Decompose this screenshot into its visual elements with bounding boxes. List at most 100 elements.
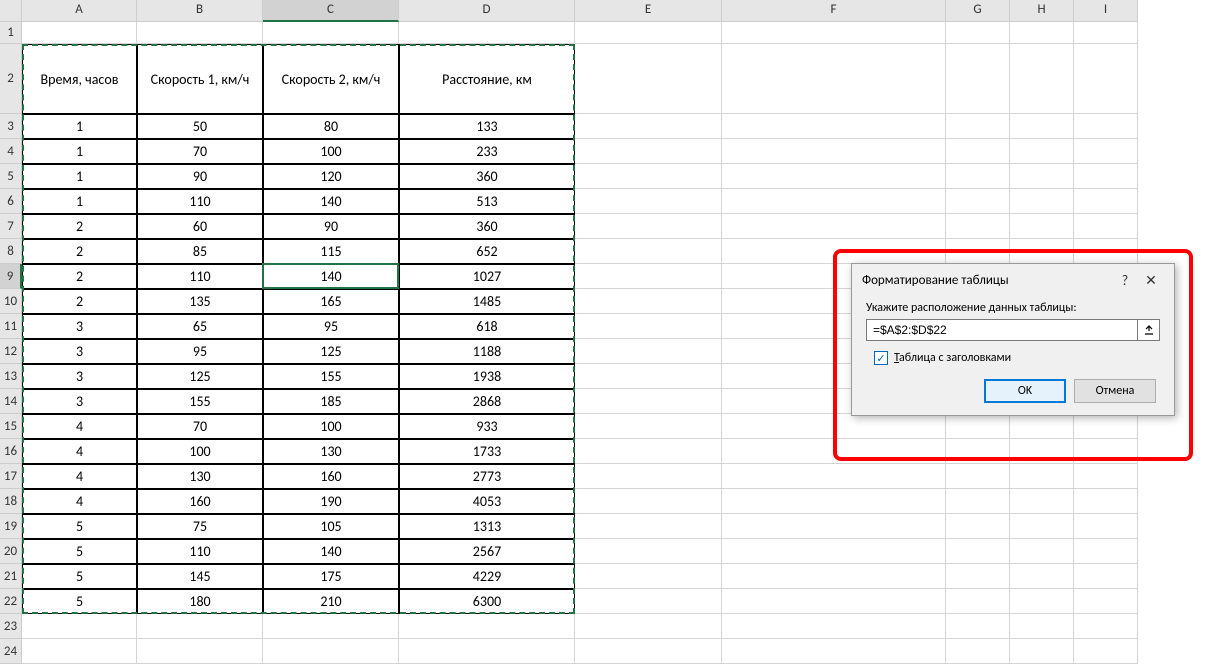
table-cell-C16[interactable]: 130 [263, 439, 399, 464]
table-cell-A18[interactable]: 4 [22, 489, 137, 514]
table-cell-D4[interactable]: 233 [399, 139, 575, 164]
cell-I4[interactable] [1074, 139, 1138, 164]
table-cell-C21[interactable]: 175 [263, 564, 399, 589]
table-cell-C22[interactable]: 210 [263, 589, 399, 614]
table-cell-C8[interactable]: 115 [263, 239, 399, 264]
cell-G23[interactable] [946, 614, 1010, 639]
row-header-23[interactable]: 23 [0, 614, 22, 639]
table-cell-A9[interactable]: 2 [22, 264, 137, 289]
cell-F16[interactable] [722, 439, 946, 464]
row-header-12[interactable]: 12 [0, 339, 22, 364]
table-header-A[interactable]: Время, часов [22, 44, 137, 114]
row-header-11[interactable]: 11 [0, 314, 22, 339]
cell-H1[interactable] [1010, 22, 1074, 44]
table-cell-B21[interactable]: 145 [137, 564, 263, 589]
table-cell-A11[interactable]: 3 [22, 314, 137, 339]
cell-D23[interactable] [399, 614, 575, 639]
cell-E9[interactable] [575, 264, 722, 289]
cell-G7[interactable] [946, 214, 1010, 239]
cell-I24[interactable] [1074, 639, 1138, 664]
table-cell-A7[interactable]: 2 [22, 214, 137, 239]
cell-I6[interactable] [1074, 189, 1138, 214]
row-header-24[interactable]: 24 [0, 639, 22, 664]
cell-F22[interactable] [722, 589, 946, 614]
cell-G18[interactable] [946, 489, 1010, 514]
cell-H2[interactable] [1010, 44, 1074, 114]
cell-G22[interactable] [946, 589, 1010, 614]
cell-E13[interactable] [575, 364, 722, 389]
cell-C23[interactable] [263, 614, 399, 639]
cell-F3[interactable] [722, 114, 946, 139]
table-cell-B9[interactable]: 110 [137, 264, 263, 289]
cell-E10[interactable] [575, 289, 722, 314]
cell-G4[interactable] [946, 139, 1010, 164]
table-cell-C18[interactable]: 190 [263, 489, 399, 514]
dialog-help-button[interactable]: ? [1112, 272, 1138, 289]
column-header-C[interactable]: C [263, 0, 399, 22]
cell-H20[interactable] [1010, 539, 1074, 564]
table-cell-A14[interactable]: 3 [22, 389, 137, 414]
cell-H18[interactable] [1010, 489, 1074, 514]
row-header-3[interactable]: 3 [0, 114, 22, 139]
cell-I22[interactable] [1074, 589, 1138, 614]
cell-F23[interactable] [722, 614, 946, 639]
cell-F1[interactable] [722, 22, 946, 44]
table-cell-C6[interactable]: 140 [263, 189, 399, 214]
table-cell-C17[interactable]: 160 [263, 464, 399, 489]
cell-H23[interactable] [1010, 614, 1074, 639]
column-headers[interactable]: ABCDEFGHI [22, 0, 1138, 22]
cell-E17[interactable] [575, 464, 722, 489]
cell-E23[interactable] [575, 614, 722, 639]
row-header-14[interactable]: 14 [0, 389, 22, 414]
cell-H4[interactable] [1010, 139, 1074, 164]
table-cell-D13[interactable]: 1938 [399, 364, 575, 389]
cell-G15[interactable] [946, 414, 1010, 439]
row-header-17[interactable]: 17 [0, 464, 22, 489]
cell-E11[interactable] [575, 314, 722, 339]
table-cell-B16[interactable]: 100 [137, 439, 263, 464]
table-cell-D12[interactable]: 1188 [399, 339, 575, 364]
cell-G21[interactable] [946, 564, 1010, 589]
column-header-F[interactable]: F [722, 0, 946, 22]
cell-E14[interactable] [575, 389, 722, 414]
cell-H8[interactable] [1010, 239, 1074, 264]
cell-A23[interactable] [22, 614, 137, 639]
table-cell-B8[interactable]: 85 [137, 239, 263, 264]
ok-button[interactable]: OK [984, 379, 1066, 403]
table-cell-A6[interactable]: 1 [22, 189, 137, 214]
table-cell-C4[interactable]: 100 [263, 139, 399, 164]
table-cell-D18[interactable]: 4053 [399, 489, 575, 514]
cell-I23[interactable] [1074, 614, 1138, 639]
table-cell-A19[interactable]: 5 [22, 514, 137, 539]
cell-B1[interactable] [137, 22, 263, 44]
column-header-I[interactable]: I [1074, 0, 1138, 22]
table-cell-D17[interactable]: 2773 [399, 464, 575, 489]
table-cell-B10[interactable]: 135 [137, 289, 263, 314]
cell-E5[interactable] [575, 164, 722, 189]
row-header-15[interactable]: 15 [0, 414, 22, 439]
table-cell-B14[interactable]: 155 [137, 389, 263, 414]
headers-checkbox-row[interactable]: ✓ Таблица с заголовками [874, 351, 1160, 365]
cell-G8[interactable] [946, 239, 1010, 264]
cell-E7[interactable] [575, 214, 722, 239]
table-cell-D8[interactable]: 652 [399, 239, 575, 264]
row-header-2[interactable]: 2 [0, 44, 22, 114]
cell-I19[interactable] [1074, 514, 1138, 539]
table-cell-C7[interactable]: 90 [263, 214, 399, 239]
table-cell-A10[interactable]: 2 [22, 289, 137, 314]
column-header-G[interactable]: G [946, 0, 1010, 22]
table-cell-A21[interactable]: 5 [22, 564, 137, 589]
cell-I17[interactable] [1074, 464, 1138, 489]
cell-F19[interactable] [722, 514, 946, 539]
cell-F21[interactable] [722, 564, 946, 589]
cell-I18[interactable] [1074, 489, 1138, 514]
cell-D24[interactable] [399, 639, 575, 664]
cancel-button[interactable]: Отмена [1074, 379, 1156, 403]
table-cell-B4[interactable]: 70 [137, 139, 263, 164]
cell-I16[interactable] [1074, 439, 1138, 464]
cell-I8[interactable] [1074, 239, 1138, 264]
row-header-5[interactable]: 5 [0, 164, 22, 189]
table-cell-B13[interactable]: 125 [137, 364, 263, 389]
table-cell-C13[interactable]: 155 [263, 364, 399, 389]
cell-H21[interactable] [1010, 564, 1074, 589]
